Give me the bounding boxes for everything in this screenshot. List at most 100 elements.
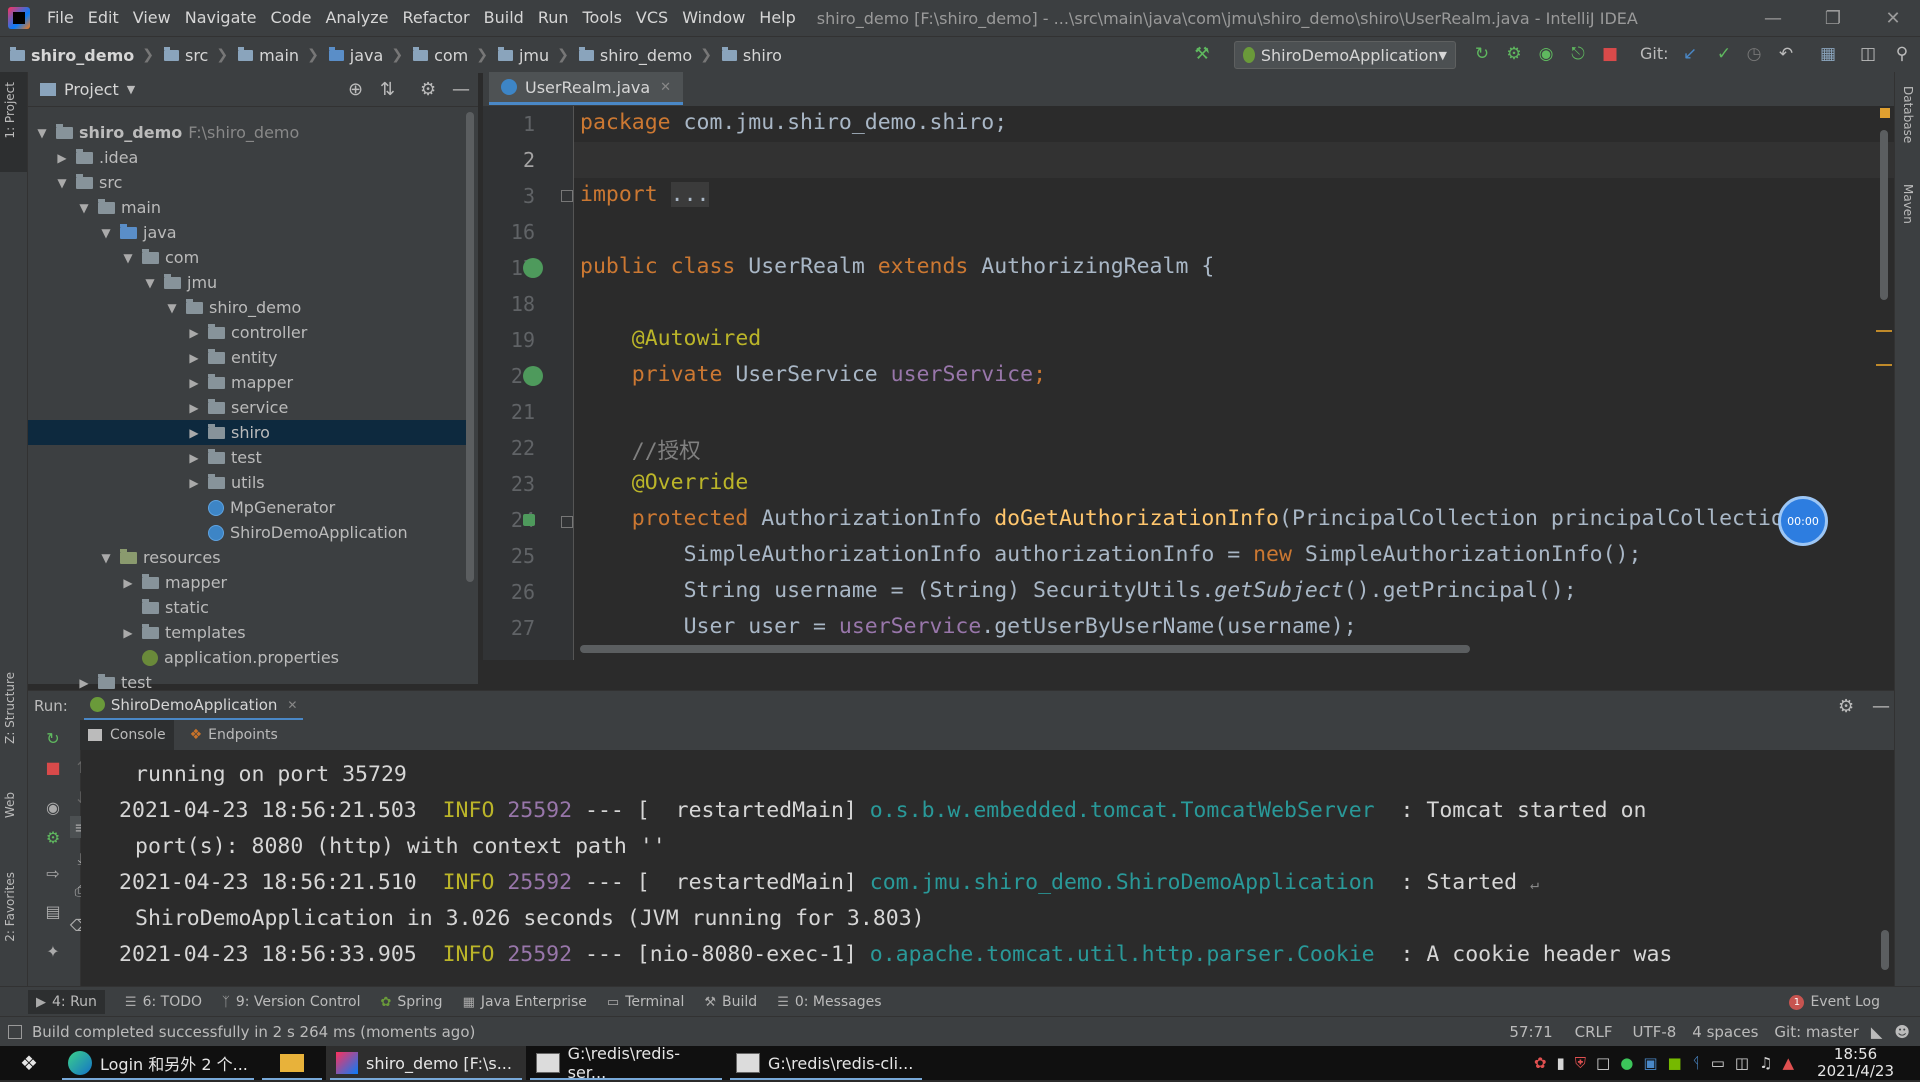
menu-navigate[interactable]: Navigate [178,0,264,36]
autowired-gutter-icon[interactable] [523,366,543,386]
menu-refactor[interactable]: Refactor [396,0,477,36]
taskbar-edge[interactable]: Login 和另外 2 个... [58,1046,258,1080]
override-gutter-icon[interactable] [523,514,535,526]
breadcrumb-shiro-demo[interactable]: shiro_demo ❯ [10,46,154,65]
tool-tab-maven[interactable]: Maven [1901,184,1915,224]
close-icon[interactable]: ✕ [1870,0,1916,36]
collapsed-arrow-icon[interactable]: ▶ [188,401,200,415]
caret-position[interactable]: 57:71 [1509,1023,1552,1041]
breadcrumb-java[interactable]: java ❯ [328,46,403,65]
tree-item-shiro-demo[interactable]: ▼ shiro_demo [166,295,301,320]
editor-tab-userrealm[interactable]: UserRealm.java ✕ [489,72,684,105]
breadcrumb-jmu[interactable]: jmu ❯ [497,46,569,65]
git-history-icon[interactable]: ◷ [1744,44,1764,64]
git-rollback-icon[interactable]: ↶ [1776,44,1796,64]
tree-item-test-pkg[interactable]: ▶ test [188,445,261,470]
run-console[interactable]: running on port 35729 2021-04-23 18:56:2… [81,750,1894,986]
expanded-arrow-icon[interactable]: ▼ [56,176,68,190]
clock[interactable]: 18:56 2021/4/23 [1817,1046,1894,1080]
stop-icon[interactable]: ■ [1600,44,1620,64]
menu-tools[interactable]: Tools [576,0,629,36]
tree-item-root[interactable]: ▼ shiro_demo F:\shiro_demo [36,120,299,145]
windows-start-icon[interactable]: ❖ [0,1046,58,1080]
collapsed-arrow-icon[interactable]: ▶ [188,326,200,340]
console-scrollbar[interactable] [1881,930,1889,970]
microphone-icon[interactable]: ▮ [1557,1054,1565,1072]
collapsed-arrow-icon[interactable]: ▶ [122,576,134,590]
window-icon[interactable]: □ [1596,1054,1610,1072]
run-tab-shirodemoapplication[interactable]: ShiroDemoApplication ✕ [83,691,304,721]
collapsed-arrow-icon[interactable]: ▶ [188,351,200,365]
layout-icon[interactable]: ▤ [42,900,64,922]
collapse-all-icon[interactable]: ⇅ [380,79,395,100]
bluetooth-icon[interactable]: ᛩ [1692,1054,1701,1072]
volume-icon[interactable]: ♫ [1759,1054,1772,1072]
menu-code[interactable]: Code [264,0,319,36]
tree-item-resources[interactable]: ▼ resources [100,545,220,570]
tool-tab-todo[interactable]: ☰ 6: TODO [125,994,202,1010]
tool-tab-run[interactable]: ▶ 4: Run [28,990,105,1014]
expanded-arrow-icon[interactable]: ▼ [78,201,90,215]
indent-setting[interactable]: 4 spaces [1692,1023,1758,1041]
collapsed-arrow-icon[interactable]: ▶ [188,451,200,465]
line-separator[interactable]: CRLF [1575,1023,1613,1041]
editor-horizontal-scrollbar[interactable] [580,645,1470,653]
tool-tab-favorites[interactable]: 2: Favorites [3,872,17,942]
debug-bug-icon[interactable]: ⚙ [42,826,64,848]
network-icon[interactable]: ◫ [1735,1054,1749,1072]
gear-icon[interactable]: ⚙ [420,79,436,100]
security-icon[interactable]: ⛨ [1575,1054,1586,1072]
collapsed-arrow-icon[interactable]: ▶ [188,376,200,390]
event-log-tab[interactable]: 1 Event Log [1789,994,1880,1010]
run-configuration-select[interactable]: ShiroDemoApplication ▼ [1234,41,1456,69]
tool-tab-java-enterprise[interactable]: ▦ Java Enterprise [463,994,587,1010]
fold-icon[interactable] [561,516,573,528]
inspection-warning-icon[interactable] [1880,108,1890,118]
hide-panel-icon[interactable]: — [1872,696,1890,717]
git-update-icon[interactable]: ↙ [1680,44,1700,64]
tree-item-src[interactable]: ▼ src [56,170,122,195]
layout-icon[interactable]: ◫ [1858,44,1878,64]
menu-build[interactable]: Build [477,0,531,36]
expanded-arrow-icon[interactable]: ▼ [122,251,134,265]
collapsed-arrow-icon[interactable]: ▶ [188,426,200,440]
tree-item-idea[interactable]: ▶ .idea [56,145,138,170]
tool-tab-project[interactable]: 1: Project [3,82,17,139]
spring-bean-gutter-icon[interactable] [523,258,543,278]
gear-icon[interactable]: ⚙ [1838,696,1854,717]
nvidia-icon[interactable]: ■ [1668,1054,1682,1072]
breadcrumb-src[interactable]: src ❯ [163,46,228,65]
recording-timer-badge[interactable]: 00:00 [1778,496,1828,546]
tool-tab-messages[interactable]: ☰ 0: Messages [777,994,881,1010]
error-stripe-mark[interactable] [1876,364,1892,366]
rerun-icon[interactable]: ↻ [1472,44,1492,64]
tray-app-icon[interactable]: ✿ [1534,1054,1547,1072]
taskbar-intellij[interactable]: shiro_demo [F:\s... [326,1046,526,1080]
collapsed-arrow-icon[interactable]: ▶ [122,626,134,640]
console-tab[interactable]: Console [80,720,174,750]
close-tab-icon[interactable]: ✕ [660,80,671,95]
fold-icon[interactable] [561,190,573,202]
tool-tab-structure[interactable]: Z: Structure [3,672,17,744]
code-editor[interactable]: package com.jmu.shiro_demo.shiro; import… [574,106,1894,660]
taskbar-redis-server[interactable]: G:\redis\redis-ser... [526,1044,726,1082]
collapsed-arrow-icon[interactable]: ▶ [188,476,200,490]
breadcrumb-shiro-demo-pkg[interactable]: shiro_demo ❯ [578,46,712,65]
breadcrumb-main[interactable]: main ❯ [238,46,319,65]
tool-tab-spring[interactable]: ✿ Spring [380,994,442,1010]
menu-help[interactable]: Help [752,0,802,36]
tree-item-entity[interactable]: ▶ entity [188,345,277,370]
tree-item-main[interactable]: ▼ main [78,195,161,220]
git-branch[interactable]: Git: master [1774,1023,1858,1041]
exit-icon[interactable]: ⇨ [42,862,64,884]
tree-item-java[interactable]: ▼ java [100,220,176,245]
tree-item-res-mapper[interactable]: ▶ mapper [122,570,227,595]
profile-icon[interactable]: ⎋ [1568,44,1588,64]
project-scrollbar[interactable] [466,112,474,582]
battery-icon[interactable]: ▭ [1711,1054,1725,1072]
tree-item-templates[interactable]: ▶ templates [122,620,245,645]
tree-item-static[interactable]: static [142,595,209,620]
endpoints-tab[interactable]: ❖ Endpoints [190,720,278,750]
tree-item-shirodemoapplication[interactable]: ShiroDemoApplication [208,520,408,545]
stop-icon[interactable]: ■ [42,756,64,778]
